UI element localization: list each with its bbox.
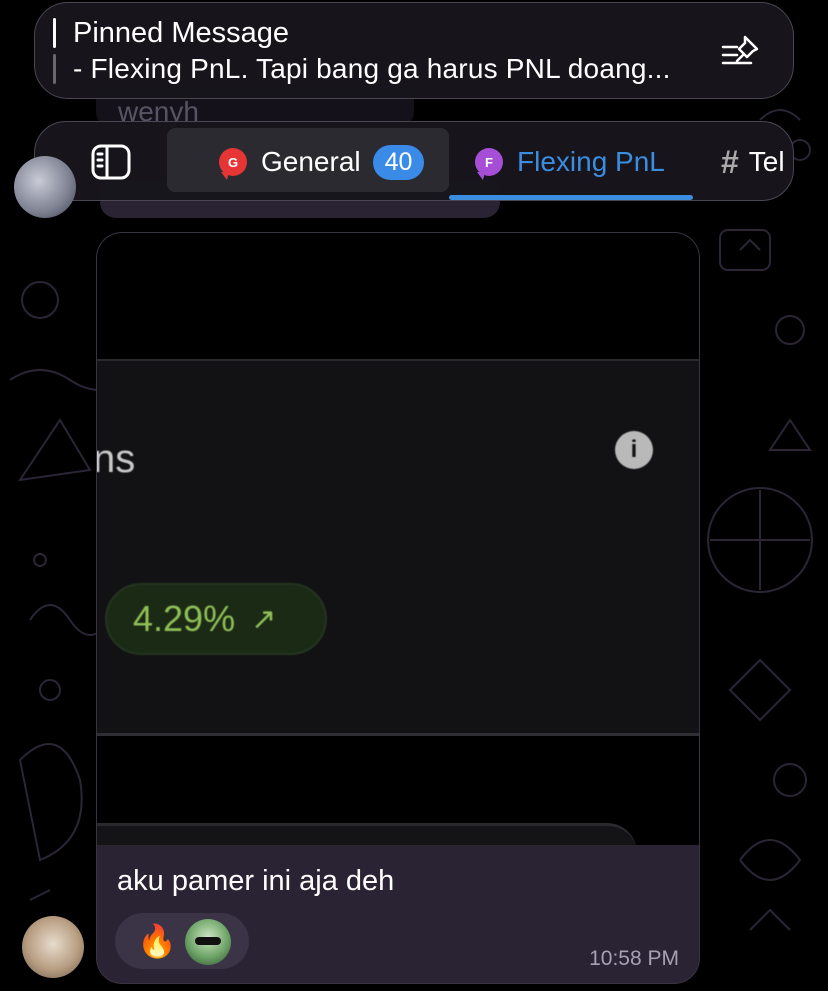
photo-panel [97, 359, 699, 736]
sidebar-toggle-icon[interactable] [91, 144, 131, 180]
hash-icon: # [721, 143, 739, 180]
topic-general-icon: G [219, 148, 247, 180]
arrow-up-right-icon: ↗ [251, 602, 277, 636]
tab-tel[interactable]: # Tel [721, 122, 785, 200]
tab-flexing-pnl[interactable]: F Flexing PnL [475, 122, 665, 200]
pinned-text: - Flexing PnL. Tapi bang ga harus PNL do… [73, 53, 671, 84]
pnl-percent-pill: 4.29% ↗ [105, 583, 327, 655]
topic-tabs-bar: G General 40 F Flexing PnL # Tel [34, 121, 794, 201]
tab-flexing-label: Flexing PnL [517, 146, 665, 177]
photo-label-fragment: ns [97, 437, 136, 481]
topic-flexing-icon: F [475, 148, 503, 180]
photo-lower-panel [97, 823, 637, 845]
pin-list-icon[interactable] [721, 33, 765, 73]
message-timestamp: 10:58 PM [589, 947, 679, 970]
pnl-percent: 4.29% [133, 598, 236, 639]
pinned-indicator [53, 18, 56, 84]
tab-tel-label: Tel [748, 146, 785, 177]
tab-general-label: General [261, 146, 361, 177]
unread-badge: 40 [372, 144, 425, 180]
reactions-row[interactable]: 🔥 [115, 913, 249, 969]
active-tab-indicator [449, 195, 693, 200]
pinned-message-bar[interactable]: Pinned Message - Flexing PnL. Tapi bang … [34, 2, 794, 99]
fire-reaction-icon[interactable]: 🔥 [137, 923, 177, 959]
message-text: aku pamer ini aja deh [117, 865, 395, 897]
pinned-title: Pinned Message [73, 17, 290, 49]
message-bubble[interactable]: ns i 4.29% ↗ aku pamer ini aja deh 🔥 10:… [96, 232, 700, 984]
sender-avatar-top[interactable] [14, 156, 76, 218]
sender-avatar[interactable] [22, 916, 84, 978]
message-photo[interactable]: ns i 4.29% ↗ [97, 233, 699, 845]
info-icon: i [615, 431, 653, 469]
reactor-avatar[interactable] [185, 919, 231, 965]
tab-general[interactable]: G General 40 [219, 122, 425, 200]
